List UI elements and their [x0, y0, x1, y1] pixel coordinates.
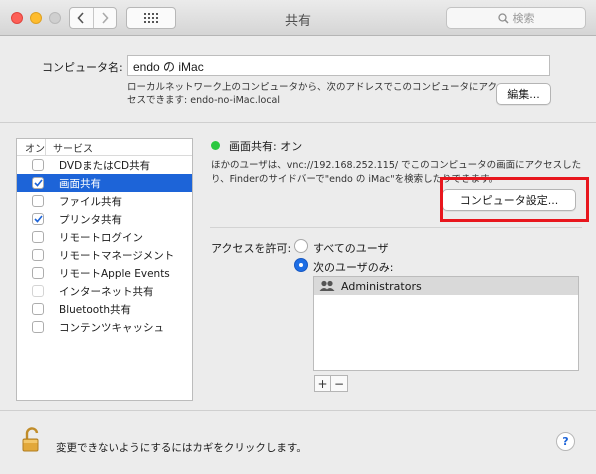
- service-label: プリンタ共有: [59, 214, 122, 226]
- add-user-button[interactable]: +: [314, 375, 331, 392]
- user-row[interactable]: Administrators: [314, 277, 578, 295]
- service-label: コンテンツキャッシュ: [59, 322, 164, 334]
- service-checkbox[interactable]: [32, 159, 44, 171]
- computer-name-input[interactable]: endo の iMac: [127, 55, 550, 76]
- service-checkbox[interactable]: [32, 267, 44, 279]
- service-row[interactable]: 画面共有: [17, 174, 192, 192]
- footer-divider: [0, 410, 596, 411]
- forward-button[interactable]: [92, 8, 117, 28]
- computer-name-label: コンピュータ名:: [42, 61, 123, 74]
- back-forward-group: [69, 7, 117, 29]
- service-checkbox[interactable]: [32, 231, 44, 243]
- service-row[interactable]: ファイル共有: [17, 192, 192, 210]
- computer-address-info-line1: ローカルネットワーク上のコンピュータから、次のアドレスでこのコンピュータにアク: [127, 82, 498, 93]
- search-icon: [497, 12, 509, 24]
- service-row[interactable]: リモートログイン: [17, 228, 192, 246]
- computer-settings-button[interactable]: コンピュータ設定...: [442, 189, 576, 211]
- service-checkbox[interactable]: [32, 303, 44, 315]
- chevron-right-icon: [102, 12, 109, 24]
- service-row[interactable]: プリンタ共有: [17, 210, 192, 228]
- service-row[interactable]: リモートマネージメント: [17, 246, 192, 264]
- service-column-header[interactable]: サービス: [46, 140, 93, 155]
- service-label: インターネット共有: [59, 286, 154, 298]
- allowed-users-list: Administrators: [313, 276, 579, 371]
- access-label: アクセスを許可:: [211, 242, 292, 255]
- add-remove-group: + −: [314, 375, 348, 392]
- checkmark-icon: [33, 215, 43, 223]
- description-line1: ほかのユーザは、vnc://192.168.252.115/ でこのコンピュータ…: [211, 160, 582, 171]
- minimize-window-button[interactable]: [30, 12, 42, 24]
- lock-message: 変更できないようにするにはカギをクリックします。: [56, 442, 307, 454]
- service-checkbox[interactable]: [32, 195, 44, 207]
- close-window-button[interactable]: [11, 12, 23, 24]
- title-bar: 共有 検索: [0, 0, 596, 36]
- screen-sharing-description: ほかのユーザは、vnc://192.168.252.115/ でこのコンピュータ…: [211, 159, 581, 187]
- service-label: 画面共有: [59, 178, 101, 190]
- show-all-button[interactable]: [126, 7, 176, 29]
- service-label: リモートログイン: [59, 232, 143, 244]
- back-button[interactable]: [70, 8, 93, 28]
- status-indicator: [211, 141, 220, 150]
- only-users-radio[interactable]: [294, 258, 308, 272]
- service-checkbox[interactable]: [32, 249, 44, 261]
- service-label: Bluetooth共有: [59, 304, 131, 316]
- service-checkbox[interactable]: [32, 321, 44, 333]
- only-users-label[interactable]: 次のユーザのみ:: [313, 259, 394, 275]
- unlocked-lock-icon[interactable]: [22, 427, 44, 456]
- checkmark-icon: [33, 179, 43, 187]
- computer-address-info-line2: セスできます: endo-no-iMac.local: [127, 95, 281, 106]
- help-button[interactable]: ?: [556, 432, 575, 451]
- services-list-header: オン サービス: [17, 139, 192, 156]
- search-placeholder: 検索: [512, 12, 535, 25]
- service-label: DVDまたはCD共有: [59, 160, 151, 172]
- service-row[interactable]: リモートApple Events: [17, 264, 192, 282]
- service-row[interactable]: Bluetooth共有: [17, 300, 192, 318]
- section-divider: [0, 122, 596, 123]
- service-row[interactable]: インターネット共有: [17, 282, 192, 300]
- edit-button[interactable]: 編集...: [496, 83, 551, 105]
- search-field[interactable]: 検索: [446, 7, 586, 29]
- service-label: リモートマネージメント: [59, 250, 175, 262]
- service-checkbox[interactable]: [32, 213, 44, 225]
- screen-sharing-status: 画面共有: オン: [229, 140, 303, 153]
- services-list: オン サービス DVDまたはCD共有 画面共有ファイル共有 プリンタ共有リモートログ…: [16, 138, 193, 401]
- description-line2: り、Finderのサイドバーで"endo の iMac"を検索したりできます。: [211, 174, 499, 185]
- service-checkbox[interactable]: [32, 285, 44, 297]
- detail-separator: [210, 227, 582, 228]
- service-label: リモートApple Events: [59, 268, 170, 280]
- user-name: Administrators: [341, 279, 422, 293]
- grid-icon: [144, 13, 158, 23]
- on-column-header[interactable]: オン: [17, 139, 46, 155]
- service-row[interactable]: コンテンツキャッシュ: [17, 318, 192, 336]
- chevron-left-icon: [77, 12, 84, 24]
- group-icon: [319, 280, 335, 291]
- remove-user-button[interactable]: −: [331, 375, 348, 392]
- zoom-window-button[interactable]: [49, 12, 61, 24]
- service-row[interactable]: DVDまたはCD共有: [17, 156, 192, 174]
- service-label: ファイル共有: [59, 196, 122, 208]
- all-users-label[interactable]: すべてのユーザ: [313, 240, 389, 256]
- window-title: 共有: [284, 13, 311, 28]
- service-checkbox[interactable]: [32, 177, 44, 189]
- all-users-radio[interactable]: [294, 239, 308, 253]
